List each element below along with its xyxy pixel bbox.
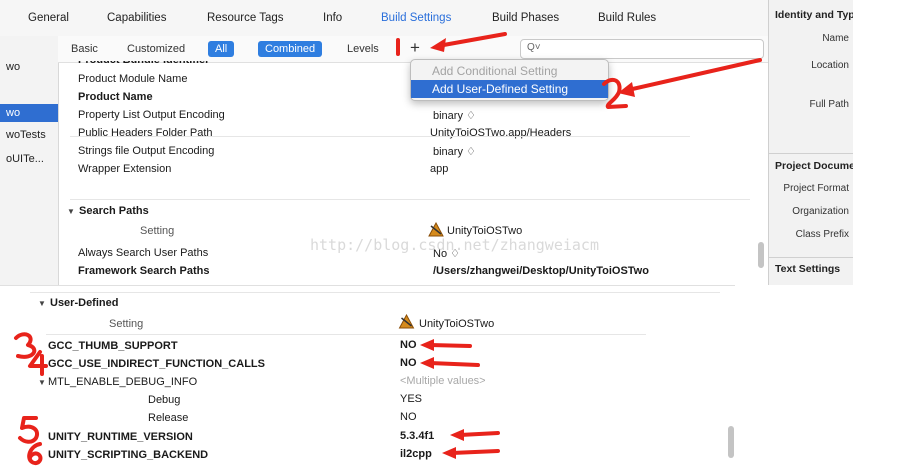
annotation-arrowhead bbox=[420, 339, 434, 351]
annotation-arrow bbox=[626, 58, 762, 92]
annotation-arrow bbox=[428, 343, 472, 348]
annotation-arrow bbox=[428, 361, 480, 367]
annotation-overlay bbox=[14, 32, 762, 465]
annotation-arrow bbox=[450, 449, 500, 455]
annotation-arrow bbox=[458, 431, 500, 437]
annotation-arrowhead bbox=[430, 38, 446, 52]
annotation-arrow bbox=[436, 32, 507, 48]
annotation-arrowhead bbox=[420, 357, 434, 369]
annotation-arrowhead bbox=[442, 447, 456, 459]
annotation-5-mark bbox=[18, 416, 39, 444]
annotation-3-mark bbox=[14, 332, 37, 359]
annotation-arrowhead bbox=[450, 429, 464, 441]
annotation-6-mark bbox=[27, 442, 43, 465]
